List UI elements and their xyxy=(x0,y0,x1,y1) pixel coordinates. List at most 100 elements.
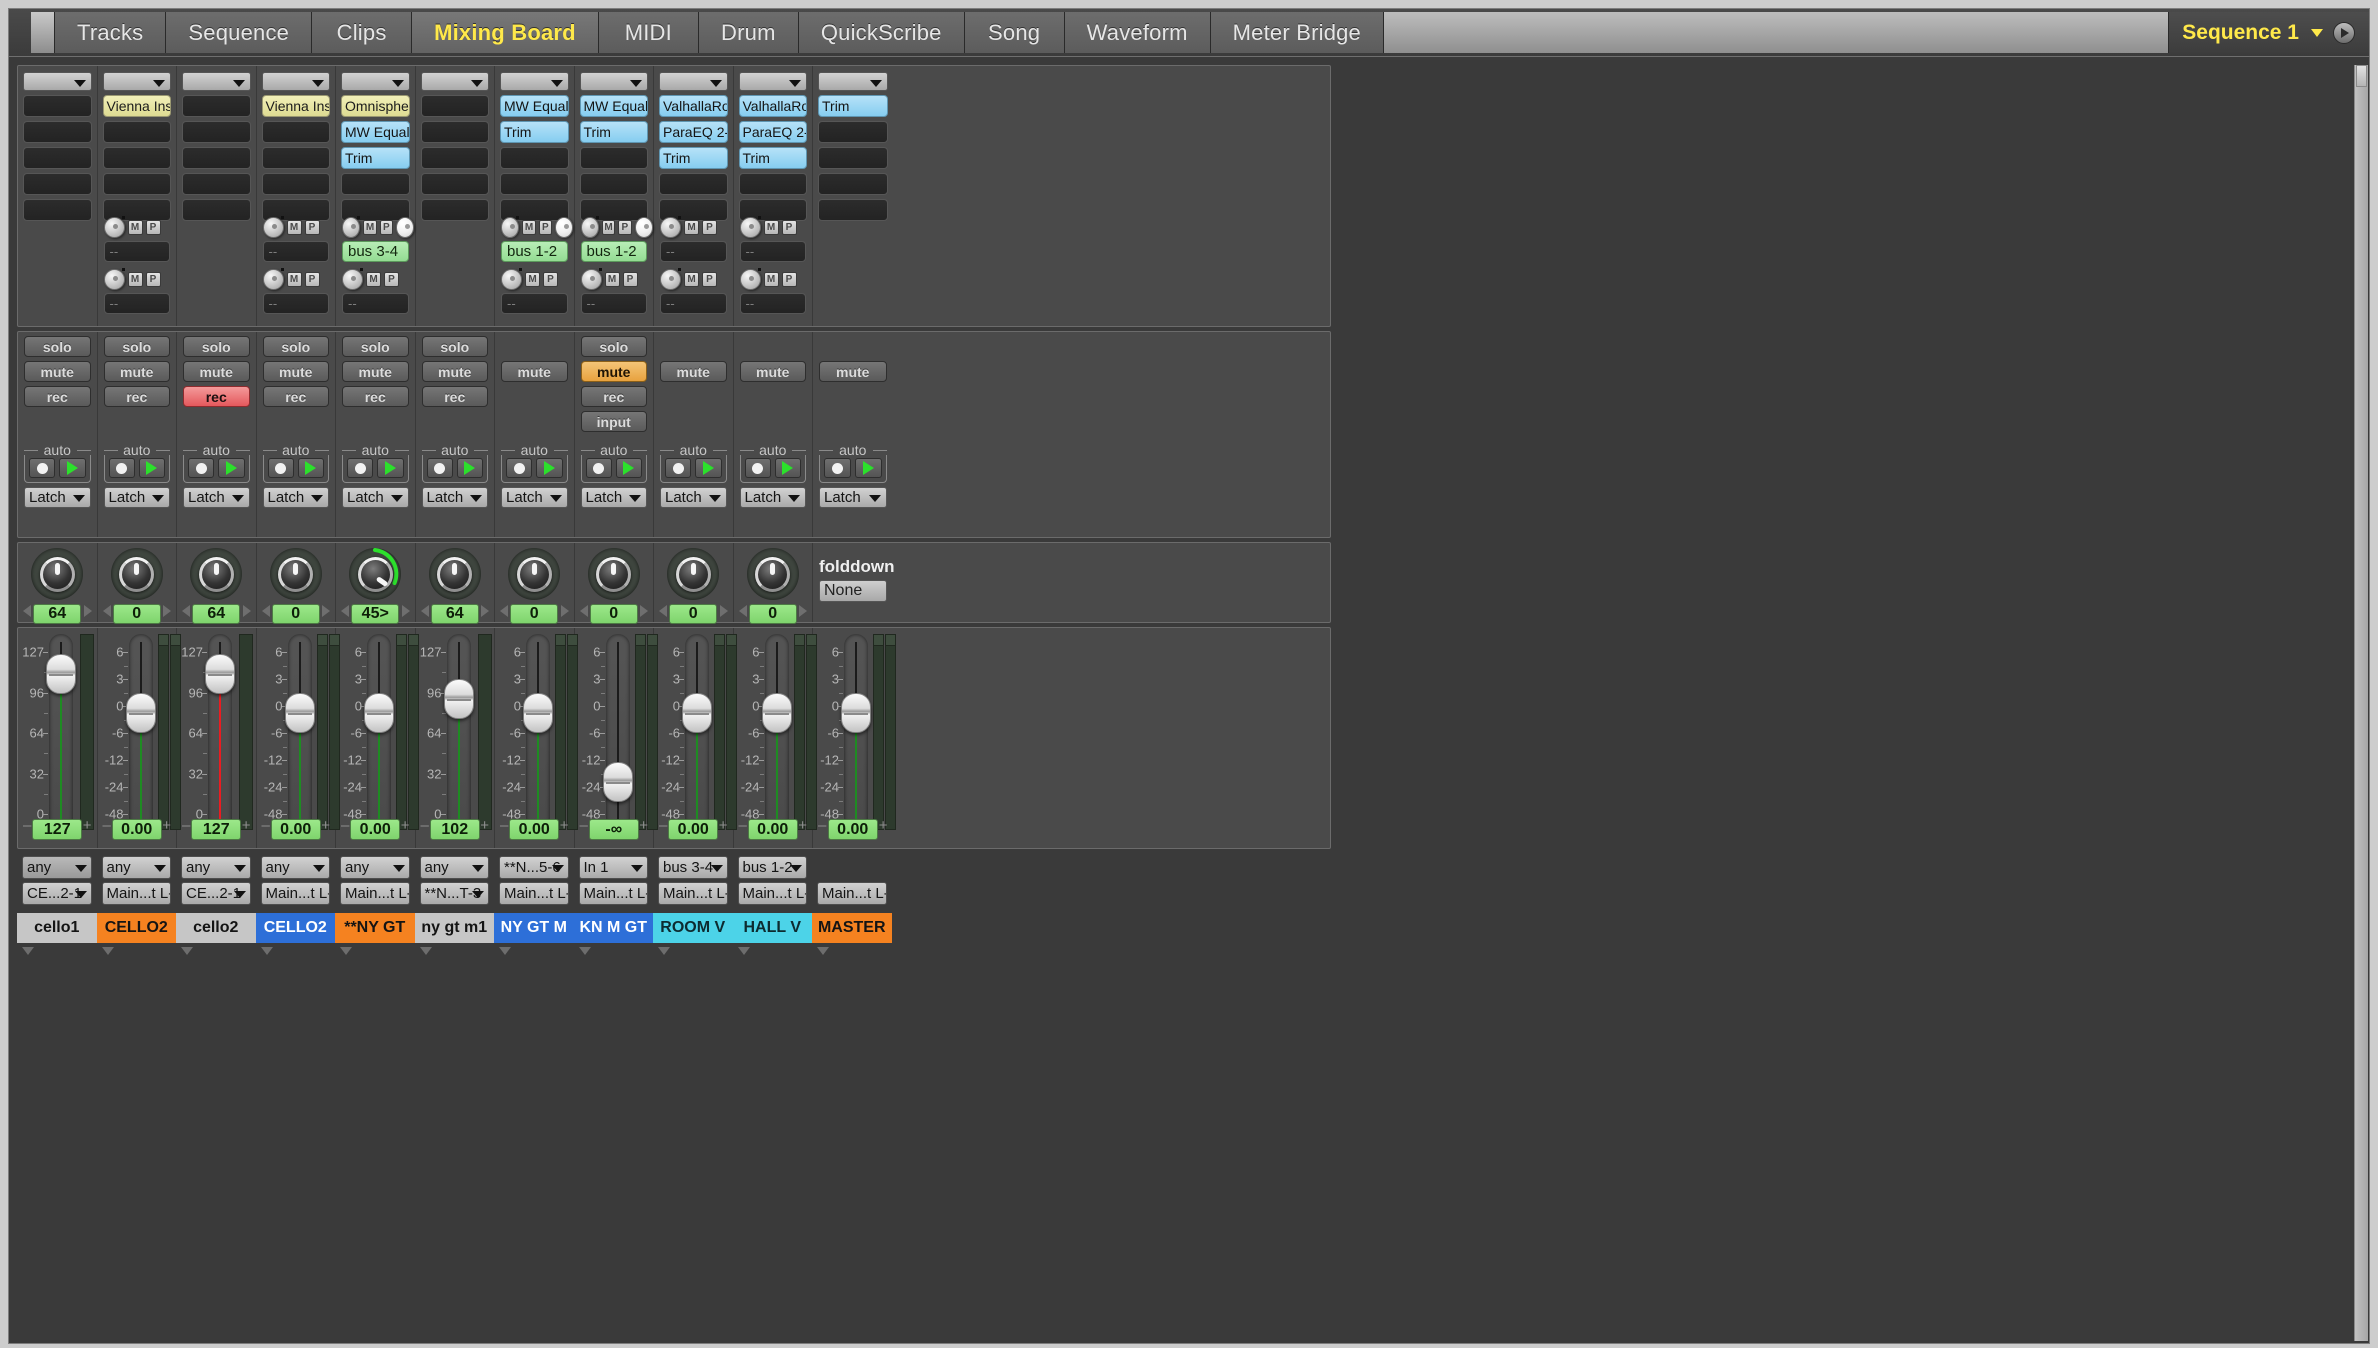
send-pre-button[interactable]: P xyxy=(145,219,161,235)
send-bus-selector[interactable]: -- xyxy=(262,293,329,314)
track-options-chevron-icon[interactable] xyxy=(737,947,750,955)
insert-slot-2[interactable]: MW Equali... xyxy=(341,121,410,143)
automation-record-button[interactable] xyxy=(267,458,294,478)
solo-button[interactable]: solo xyxy=(421,336,488,357)
automation-play-button[interactable] xyxy=(59,458,86,478)
insert-slot-3[interactable] xyxy=(182,147,251,169)
insert-slot-3[interactable] xyxy=(500,147,569,169)
insert-slot-4[interactable] xyxy=(261,173,330,195)
insert-slot-3[interactable] xyxy=(102,147,171,169)
automation-record-button[interactable] xyxy=(585,458,612,478)
send-mute-button[interactable]: M xyxy=(684,219,699,235)
pan-knob[interactable] xyxy=(667,548,720,600)
automation-record-button[interactable] xyxy=(506,458,533,478)
insert-slot-3[interactable]: Trim xyxy=(738,147,807,169)
record-arm-button[interactable]: rec xyxy=(262,386,329,407)
pan-increment-arrow[interactable] xyxy=(481,605,489,617)
pan-knob[interactable] xyxy=(110,548,163,600)
pan-decrement-arrow[interactable] xyxy=(23,605,31,617)
automation-play-button[interactable] xyxy=(456,458,483,478)
fader-increment-button[interactable]: + xyxy=(162,817,171,834)
insert-slot-3[interactable] xyxy=(23,147,92,169)
automation-play-button[interactable] xyxy=(297,458,324,478)
send-pre-button[interactable]: P xyxy=(384,271,399,287)
automation-record-button[interactable] xyxy=(188,458,215,478)
insert-slot-4[interactable] xyxy=(500,173,569,195)
insert-slot-3[interactable] xyxy=(261,147,330,169)
output-selector[interactable]: Main...t L-R xyxy=(101,882,171,905)
track-options-chevron-icon[interactable] xyxy=(419,947,432,955)
pan-increment-arrow[interactable] xyxy=(719,605,728,617)
tab-bar-left-cap[interactable] xyxy=(31,12,55,53)
solo-button[interactable]: solo xyxy=(24,336,91,357)
pan-value-display[interactable]: 0 xyxy=(510,604,559,624)
mute-button[interactable]: mute xyxy=(819,361,887,382)
output-selector[interactable]: Main...t L-R xyxy=(260,882,330,905)
mute-button[interactable]: mute xyxy=(739,361,806,382)
tab-waveform[interactable]: Waveform xyxy=(1064,12,1211,53)
sequence-selector[interactable]: Sequence 1 xyxy=(2169,12,2369,53)
tab-tracks[interactable]: Tracks xyxy=(55,12,167,53)
pan-value-display[interactable]: 0 xyxy=(271,604,320,624)
pan-decrement-arrow[interactable] xyxy=(420,605,429,617)
pan-decrement-arrow[interactable] xyxy=(261,605,270,617)
automation-mode-selector[interactable]: Latch xyxy=(103,487,170,508)
fader-value-display[interactable]: 127 xyxy=(32,819,83,840)
pan-decrement-arrow[interactable] xyxy=(738,605,747,617)
track-name-label[interactable]: cello1 xyxy=(17,913,97,943)
tab-sequence[interactable]: Sequence xyxy=(166,12,313,53)
track-name-label[interactable]: CELLO2 xyxy=(255,913,335,943)
send-bus-selector[interactable]: bus 1-2 xyxy=(501,241,568,262)
solo-button[interactable]: solo xyxy=(342,336,409,357)
tab-midi[interactable]: MIDI xyxy=(598,12,699,53)
send-mute-button[interactable]: M xyxy=(601,219,616,235)
solo-button[interactable]: solo xyxy=(103,336,170,357)
insert-slot-5[interactable] xyxy=(182,199,251,221)
send-mute-button[interactable]: M xyxy=(604,271,620,287)
fader-increment-button[interactable]: + xyxy=(719,817,728,834)
send-mute-button[interactable]: M xyxy=(127,219,143,235)
vertical-scrollbar[interactable] xyxy=(2354,65,2368,1341)
insert-slot-1[interactable] xyxy=(420,95,489,117)
fader-increment-button[interactable]: + xyxy=(321,817,330,834)
automation-mode-selector[interactable]: Latch xyxy=(262,487,329,508)
pan-value-display[interactable]: 0 xyxy=(748,604,797,624)
pan-increment-arrow[interactable] xyxy=(163,605,171,617)
insert-source-selector[interactable] xyxy=(420,72,489,91)
insert-slot-2[interactable]: Trim xyxy=(579,121,648,143)
automation-play-button[interactable] xyxy=(536,458,563,478)
record-arm-button[interactable]: rec xyxy=(103,386,170,407)
fader-decrement-button[interactable]: – xyxy=(818,817,826,834)
track-options-chevron-icon[interactable] xyxy=(340,947,352,955)
fader-increment-button[interactable]: + xyxy=(242,817,251,834)
tab-meter-bridge[interactable]: Meter Bridge xyxy=(1210,12,1384,53)
send-pre-button[interactable]: P xyxy=(702,271,717,287)
insert-slot-3[interactable] xyxy=(818,147,888,169)
input-selector[interactable]: any xyxy=(419,856,489,879)
insert-slot-4[interactable] xyxy=(23,173,92,195)
pan-increment-arrow[interactable] xyxy=(401,605,410,617)
insert-source-selector[interactable] xyxy=(23,72,92,91)
automation-mode-selector[interactable]: Latch xyxy=(501,487,568,508)
solo-button[interactable]: solo xyxy=(183,336,250,357)
record-arm-button[interactable]: rec xyxy=(183,386,250,407)
send-pre-button[interactable]: P xyxy=(622,271,638,287)
automation-mode-selector[interactable]: Latch xyxy=(183,487,250,508)
output-selector[interactable]: Main...t L-R xyxy=(499,882,569,905)
record-arm-button[interactable]: rec xyxy=(421,386,488,407)
insert-slot-5[interactable] xyxy=(23,199,92,221)
insert-slot-3[interactable]: Trim xyxy=(341,147,410,169)
pan-value-display[interactable]: 64 xyxy=(430,604,479,624)
fader-decrement-button[interactable]: – xyxy=(23,817,31,834)
send-level-knob[interactable] xyxy=(103,267,125,290)
insert-source-selector[interactable] xyxy=(182,72,251,91)
fader-handle[interactable] xyxy=(284,693,315,733)
fader-increment-button[interactable]: + xyxy=(83,817,92,834)
pan-increment-arrow[interactable] xyxy=(242,605,251,617)
mute-button[interactable]: mute xyxy=(342,361,409,382)
track-name-label[interactable]: HALL V xyxy=(732,913,812,943)
insert-slot-1[interactable]: Vienna Inst... xyxy=(261,95,330,117)
tab-mixing-board[interactable]: Mixing Board xyxy=(412,12,599,53)
send-pan-knob[interactable] xyxy=(396,216,415,238)
fader-increment-button[interactable]: + xyxy=(879,817,888,834)
